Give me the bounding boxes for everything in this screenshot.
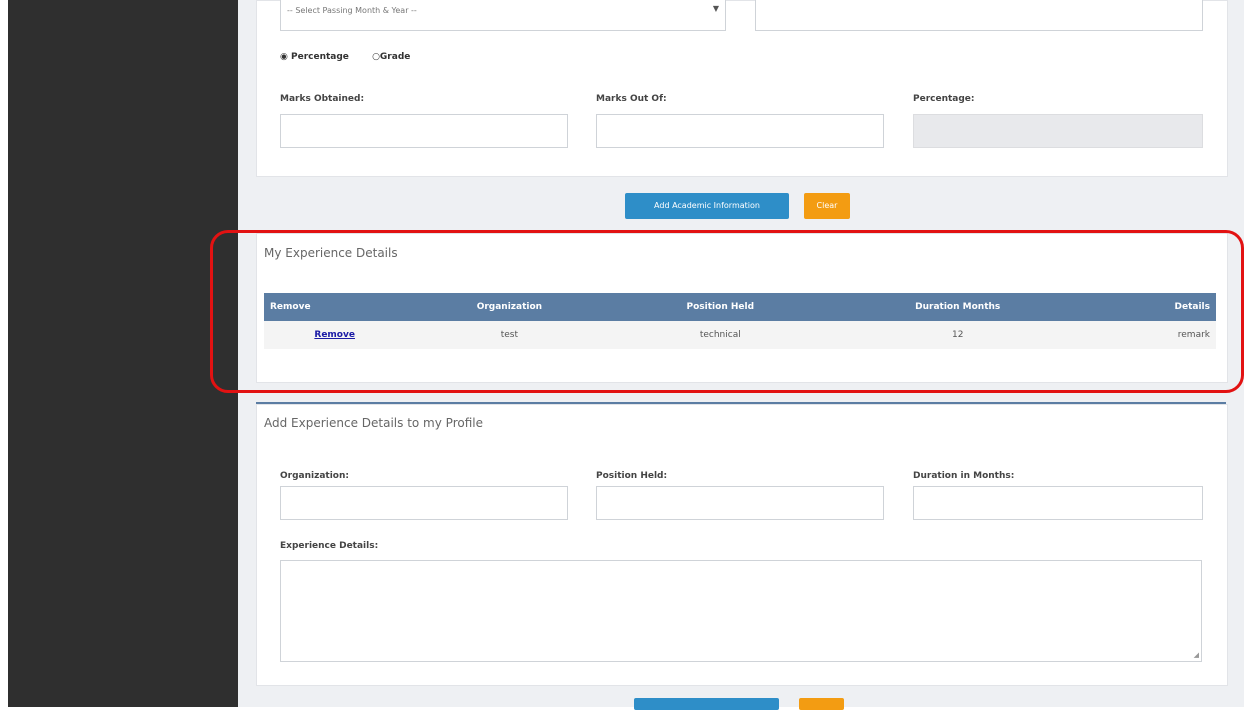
- position-held-label: Position Held:: [596, 471, 668, 481]
- table-row: Remove test technical 12 remark: [264, 321, 1216, 349]
- marks-out-of-input[interactable]: [596, 114, 884, 148]
- details-cell: remark: [1088, 321, 1216, 349]
- passing-select-value: -- Select Passing Month & Year --: [287, 6, 417, 15]
- col-organization: Organization: [405, 293, 614, 321]
- position-cell: technical: [613, 321, 828, 349]
- duration-input[interactable]: [913, 486, 1203, 520]
- experience-details-label: Experience Details:: [280, 541, 379, 551]
- resize-grip-icon[interactable]: ◢: [1194, 651, 1199, 659]
- col-remove: Remove: [264, 293, 406, 321]
- organization-input[interactable]: [280, 486, 568, 520]
- duration-cell: 12: [827, 321, 1089, 349]
- experience-table: Remove Organization Position Held Durati…: [264, 293, 1216, 349]
- radio-grade[interactable]: ○Grade: [372, 52, 420, 62]
- experience-section-title: My Experience Details: [264, 246, 398, 260]
- passing-month-year-select[interactable]: -- Select Passing Month & Year -- ▼: [280, 0, 726, 31]
- percentage-label: Percentage:: [913, 94, 975, 104]
- percentage-input: [913, 114, 1203, 148]
- chevron-down-icon: ▼: [712, 4, 719, 13]
- result-type-radio-group: ◉ Percentage ○Grade: [280, 52, 430, 62]
- col-details: Details: [1088, 293, 1216, 321]
- organization-label: Organization:: [280, 471, 349, 481]
- add-experience-button[interactable]: [634, 698, 779, 710]
- clear-experience-button[interactable]: [799, 698, 844, 710]
- experience-table-header: Remove Organization Position Held Durati…: [264, 293, 1216, 321]
- marks-obtained-label: Marks Obtained:: [280, 94, 365, 104]
- experience-details-textarea[interactable]: ◢: [280, 560, 1202, 662]
- radio-grade-label: Grade: [379, 52, 411, 62]
- remove-cell: Remove: [264, 321, 406, 349]
- marks-obtained-input[interactable]: [280, 114, 568, 148]
- clear-academic-button[interactable]: Clear: [804, 193, 850, 219]
- position-held-input[interactable]: [596, 486, 884, 520]
- col-position-held: Position Held: [613, 293, 828, 321]
- grade-input[interactable]: [755, 0, 1203, 31]
- marks-out-of-label: Marks Out Of:: [596, 94, 667, 104]
- col-duration-months: Duration Months: [827, 293, 1089, 321]
- organization-cell: test: [405, 321, 614, 349]
- radio-percentage[interactable]: ◉ Percentage: [280, 52, 359, 62]
- add-experience-title: Add Experience Details to my Profile: [264, 416, 483, 430]
- duration-label: Duration in Months:: [913, 471, 1015, 481]
- add-academic-info-button[interactable]: Add Academic Information: [625, 193, 789, 219]
- sidebar: [8, 0, 238, 707]
- remove-link[interactable]: Remove: [314, 330, 355, 340]
- radio-percentage-label: Percentage: [291, 52, 349, 62]
